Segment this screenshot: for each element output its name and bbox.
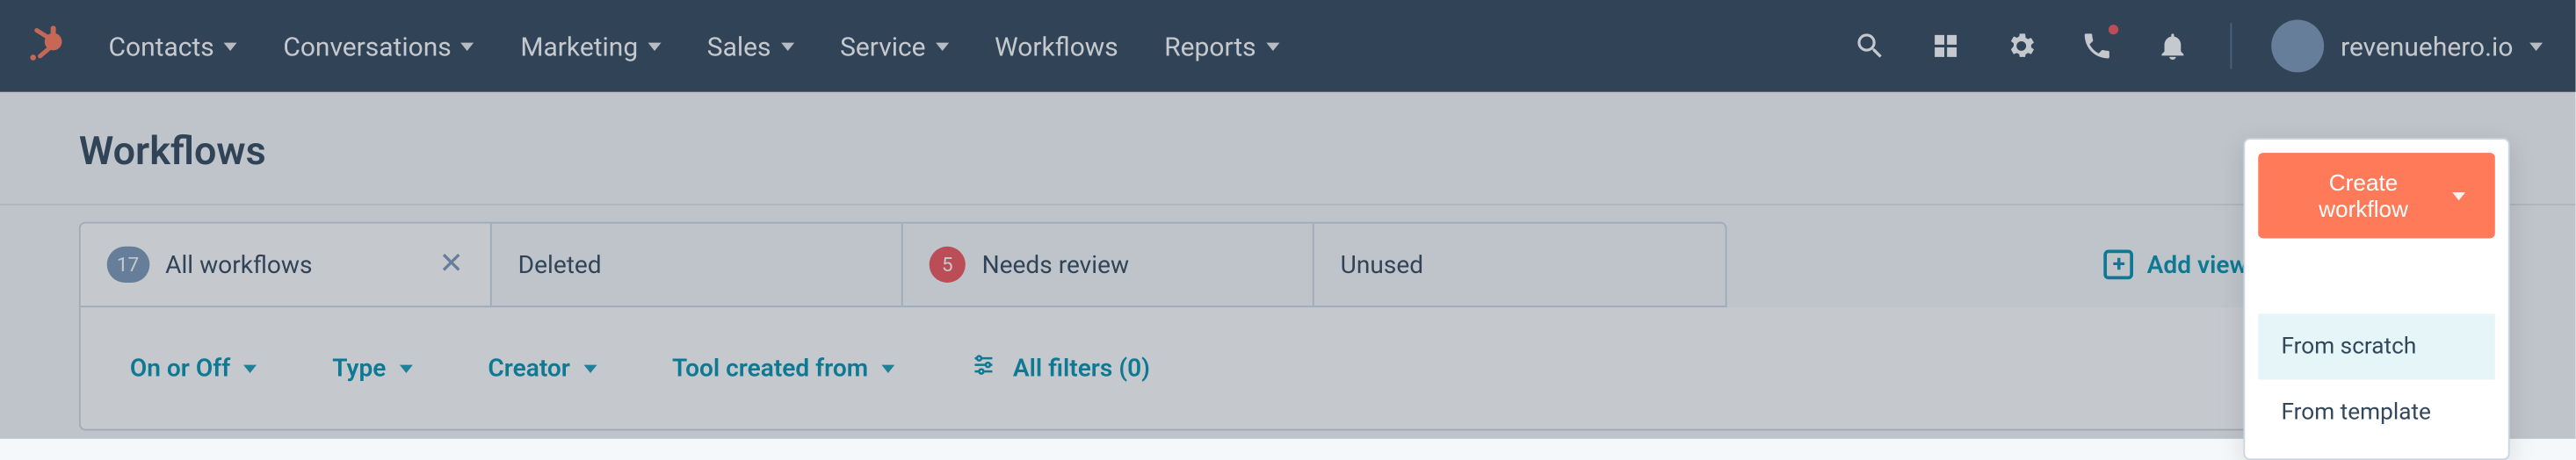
filter-tool-created-from[interactable]: Tool created from — [672, 353, 894, 383]
search-icon[interactable] — [1852, 28, 1888, 64]
nav-separator — [2231, 23, 2232, 68]
nav-item-label: Service — [840, 31, 925, 62]
nav-item-label: Contacts — [109, 31, 214, 62]
filter-type[interactable]: Type — [332, 353, 412, 383]
nav-item-service[interactable]: Service — [840, 31, 949, 62]
nav-item-sales[interactable]: Sales — [707, 31, 794, 62]
nav-item-label: Workflows — [995, 31, 1118, 62]
filters-row: On or Off Type Creator Tool created from Al… — [81, 307, 2495, 429]
all-filters-label: All filters (0) — [1013, 353, 1150, 383]
filters-list: On or Off Type Creator Tool created from — [130, 353, 894, 383]
calling-icon-wrap[interactable] — [2079, 28, 2115, 64]
nav-item-contacts[interactable]: Contacts — [109, 31, 237, 62]
tab-label: Unused — [1341, 250, 1423, 280]
account-name: revenuehero.io — [2341, 31, 2513, 62]
dropdown-item-from-scratch[interactable]: From scratch — [2258, 314, 2495, 380]
tab-all-workflows[interactable]: 17 All workflows ✕ — [81, 224, 492, 306]
header-divider — [0, 204, 2576, 205]
tab-deleted[interactable]: Deleted — [492, 224, 903, 306]
content-area: 17 All workflows ✕ Deleted 5 Needs review Unus… — [0, 222, 2576, 431]
gear-icon[interactable] — [2003, 28, 2039, 64]
sliders-icon — [970, 352, 996, 385]
chevron-down-icon — [2452, 191, 2465, 199]
nav-items: Contacts Conversations Marketing Sales Servi… — [109, 31, 1279, 62]
nav-item-label: Conversations — [283, 31, 451, 62]
nav-item-marketing[interactable]: Marketing — [520, 31, 661, 62]
tab-label: Deleted — [518, 250, 602, 280]
chevron-down-icon — [224, 42, 237, 50]
tab-unused[interactable]: Unused — [1314, 224, 1726, 306]
view-tabs: 17 All workflows ✕ Deleted 5 Needs review Unus… — [79, 222, 1727, 307]
all-filters-button[interactable]: All filters (0) — [970, 352, 1150, 385]
close-icon[interactable]: ✕ — [439, 250, 464, 280]
nav-item-conversations[interactable]: Conversations — [283, 31, 474, 62]
hubspot-logo[interactable] — [19, 19, 72, 72]
nav-item-workflows[interactable]: Workflows — [995, 31, 1118, 62]
bell-icon[interactable] — [2155, 28, 2191, 64]
chevron-down-icon — [881, 364, 894, 372]
nav-right: revenuehero.io — [1852, 19, 2543, 72]
chevron-down-icon — [781, 42, 794, 50]
nav-item-label: Sales — [707, 31, 771, 62]
account-menu[interactable]: revenuehero.io — [2271, 19, 2543, 72]
create-workflow-label: Create workflow — [2288, 169, 2439, 222]
chevron-down-icon — [936, 42, 949, 50]
marketplace-icon[interactable] — [1928, 28, 1964, 64]
top-nav: Contacts Conversations Marketing Sales Servi… — [0, 0, 2576, 92]
filter-label: Creator — [488, 353, 569, 383]
dropdown-item-from-template[interactable]: From template — [2258, 379, 2495, 445]
tab-label: Needs review — [982, 250, 1130, 280]
filter-creator[interactable]: Creator — [488, 353, 596, 383]
create-workflow-button[interactable]: Create workflow — [2258, 153, 2495, 238]
filter-label: Type — [332, 353, 386, 383]
filter-on-or-off[interactable]: On or Off — [130, 353, 257, 383]
chevron-down-icon — [399, 364, 412, 372]
filters-panel: On or Off Type Creator Tool created from Al… — [79, 307, 2497, 430]
nav-item-label: Reports — [1164, 31, 1255, 62]
plus-icon: + — [2104, 250, 2134, 280]
nav-item-reports[interactable]: Reports — [1164, 31, 1279, 62]
chevron-down-icon — [461, 42, 474, 50]
chevron-down-icon — [583, 364, 597, 372]
chevron-down-icon — [2529, 42, 2543, 50]
filter-label: Tool created from — [672, 353, 868, 383]
create-workflow-dropdown: Create workflow From scratchFrom templat… — [2243, 138, 2509, 460]
page-header: Workflows Create workflow From scratchFr… — [0, 92, 2576, 204]
tab-needs-review[interactable]: 5 Needs review — [903, 224, 1314, 306]
nav-item-label: Marketing — [520, 31, 638, 62]
chevron-down-icon — [648, 42, 661, 50]
avatar — [2271, 19, 2324, 72]
notification-dot — [2105, 21, 2122, 38]
chevron-down-icon — [1266, 42, 1279, 50]
page-title: Workflows — [79, 128, 266, 174]
tab-label: All workflows — [165, 250, 312, 280]
badge: 17 — [107, 247, 149, 283]
badge: 5 — [930, 247, 966, 283]
dropdown-options: From scratchFrom template — [2258, 314, 2495, 446]
tabs-row: 17 All workflows ✕ Deleted 5 Needs review Unus… — [79, 222, 2497, 307]
chevron-down-icon — [243, 364, 257, 372]
filter-label: On or Off — [130, 353, 230, 383]
